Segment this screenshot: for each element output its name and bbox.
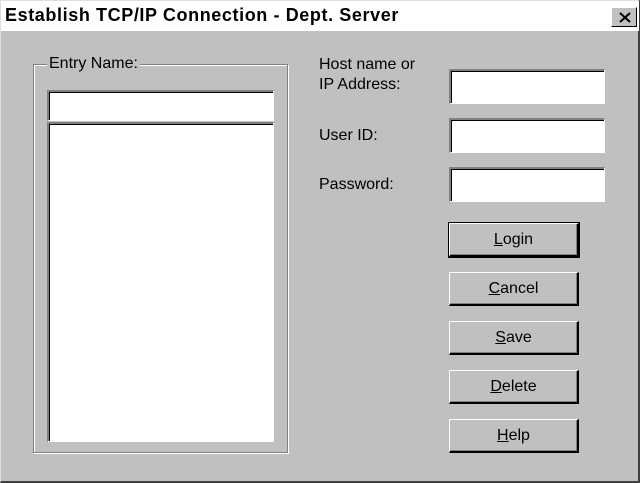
- login-button[interactable]: Login: [448, 222, 580, 258]
- delete-label: elete: [501, 378, 537, 395]
- window-title: Establish TCP/IP Connection - Dept. Serv…: [5, 5, 399, 25]
- host-label-line2: IP Address:: [319, 76, 401, 93]
- help-button[interactable]: Help: [449, 419, 579, 453]
- password-input[interactable]: [449, 167, 605, 202]
- help-accel: H: [497, 427, 509, 444]
- user-id-label: User ID:: [319, 127, 378, 144]
- tcpip-connection-dialog: Establish TCP/IP Connection - Dept. Serv…: [0, 0, 640, 483]
- cancel-accel: C: [488, 280, 501, 297]
- cancel-label: ancel: [500, 280, 539, 297]
- login-label: ogin: [502, 231, 534, 248]
- entry-name-list[interactable]: [47, 122, 274, 442]
- login-accel: L: [493, 231, 503, 248]
- save-label: ave: [505, 329, 532, 346]
- help-label: elp: [508, 427, 530, 444]
- close-button[interactable]: [611, 7, 637, 27]
- save-accel: S: [495, 329, 506, 346]
- password-label: Password:: [319, 176, 394, 193]
- host-address-input[interactable]: [449, 69, 605, 104]
- delete-accel: D: [490, 378, 502, 395]
- close-icon: [619, 12, 631, 23]
- cancel-button[interactable]: Cancel: [449, 272, 579, 306]
- entry-name-input[interactable]: [47, 90, 274, 121]
- user-id-input[interactable]: [449, 118, 605, 153]
- save-button[interactable]: Save: [449, 321, 579, 355]
- host-label-line1: Host name or: [319, 56, 416, 73]
- title-bar[interactable]: Establish TCP/IP Connection - Dept. Serv…: [1, 1, 639, 31]
- delete-button[interactable]: Delete: [449, 370, 579, 404]
- entry-name-label: Entry Name:: [47, 55, 140, 73]
